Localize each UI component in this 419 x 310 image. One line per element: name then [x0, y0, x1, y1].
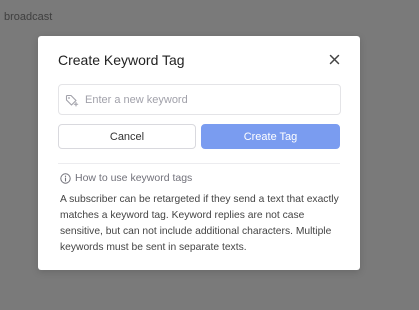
help-description: A subscriber can be retargeted if they s…	[60, 194, 339, 253]
help-link[interactable]: How to use keyword tags	[60, 172, 192, 184]
info-icon	[60, 172, 71, 184]
keyword-input-wrapper[interactable]	[58, 84, 341, 115]
keyword-input[interactable]	[85, 93, 340, 106]
create-keyword-tag-modal: Create Keyword Tag Cancel Create Tag	[38, 36, 360, 270]
modal-title: Create Keyword Tag	[58, 52, 185, 68]
tag-plus-icon	[65, 93, 79, 107]
create-tag-button[interactable]: Create Tag	[201, 124, 340, 149]
help-link-label: How to use keyword tags	[75, 172, 193, 184]
close-button[interactable]	[329, 54, 340, 65]
close-icon	[329, 54, 340, 65]
background-page-text: broadcast	[4, 11, 53, 23]
divider	[58, 163, 340, 164]
cancel-button[interactable]: Cancel	[58, 124, 196, 149]
